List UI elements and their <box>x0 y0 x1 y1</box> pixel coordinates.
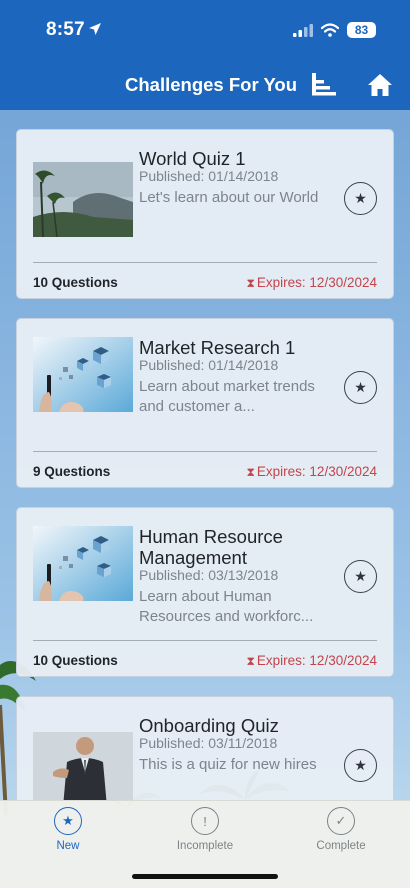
expiration-date: ⧗ Expires: 12/30/2024 <box>246 275 377 290</box>
challenge-description: Learn about market trends and customer a… <box>139 378 315 415</box>
challenge-card-onboarding-quiz[interactable]: Onboarding Quiz Published: 03/11/2018 Th… <box>16 696 394 800</box>
challenge-thumbnail <box>33 526 133 601</box>
star-icon: ★ <box>354 379 367 395</box>
favorite-button[interactable]: ★ <box>344 371 377 404</box>
leaderboard-icon[interactable] <box>308 71 336 99</box>
status-indicators: 83 <box>293 22 376 38</box>
hourglass-icon: ⧗ <box>246 276 255 290</box>
navigation-header: Challenges For You <box>0 62 410 110</box>
question-count: 10 Questions <box>33 275 118 290</box>
favorite-button[interactable]: ★ <box>344 560 377 593</box>
card-divider <box>33 451 377 452</box>
challenge-title: Market Research 1 <box>139 337 296 358</box>
question-count: 9 Questions <box>33 464 111 479</box>
challenge-description: Let's learn about our World <box>139 189 319 206</box>
challenge-title: Human Resource Management <box>139 526 283 568</box>
page-title: Challenges For You <box>125 74 298 95</box>
exclamation-icon: ! <box>191 807 219 835</box>
challenge-card-market-research[interactable]: Market Research 1 Published: 01/14/2018 … <box>16 318 394 488</box>
tab-label: Incomplete <box>176 840 234 852</box>
challenge-card-world-quiz[interactable]: World Quiz 1 Published: 01/14/2018 Let's… <box>16 129 394 299</box>
challenge-description: Learn about Human Resources and workforc… <box>139 588 314 625</box>
challenge-thumbnail <box>33 162 133 237</box>
star-icon: ★ <box>354 568 367 584</box>
challenge-published-date: Published: 03/11/2018 <box>139 735 278 751</box>
challenge-title: World Quiz 1 <box>139 148 246 169</box>
battery-indicator: 83 <box>347 22 376 38</box>
home-indicator <box>132 874 278 879</box>
status-time: 8:57 <box>46 19 85 40</box>
home-icon[interactable] <box>366 71 394 99</box>
challenge-published-date: Published: 03/13/2018 <box>139 567 279 583</box>
star-icon: ★ <box>54 807 82 835</box>
status-bar: 8:57 83 <box>0 0 410 62</box>
wifi-icon <box>321 23 339 37</box>
favorite-button[interactable]: ★ <box>344 749 377 782</box>
card-divider <box>33 262 377 263</box>
location-arrow-icon <box>89 23 101 35</box>
tab-new[interactable]: ★ New <box>13 807 123 852</box>
challenge-title: Onboarding Quiz <box>139 715 279 736</box>
card-divider <box>33 640 377 641</box>
expiration-date: ⧗ Expires: 12/30/2024 <box>246 464 377 479</box>
tab-label: Complete <box>316 840 366 852</box>
expiration-date: ⧗ Expires: 12/30/2024 <box>246 653 377 668</box>
star-icon: ★ <box>354 757 367 773</box>
hourglass-icon: ⧗ <box>246 465 255 479</box>
star-icon: ★ <box>354 190 367 206</box>
tab-complete[interactable]: ✓ Complete <box>286 807 396 852</box>
challenge-thumbnail <box>33 337 133 412</box>
tab-incomplete[interactable]: ! Incomplete <box>150 807 260 852</box>
challenge-list[interactable]: World Quiz 1 Published: 01/14/2018 Let's… <box>0 110 410 800</box>
question-count: 10 Questions <box>33 653 118 668</box>
signal-icon <box>293 23 313 37</box>
challenge-published-date: Published: 01/14/2018 <box>139 357 279 373</box>
hourglass-icon: ⧗ <box>246 654 255 668</box>
favorite-button[interactable]: ★ <box>344 182 377 215</box>
tab-label: New <box>56 840 80 852</box>
challenge-thumbnail <box>33 732 133 800</box>
checkmark-icon: ✓ <box>327 807 355 835</box>
challenge-card-human-resource-management[interactable]: Human Resource Management Published: 03/… <box>16 507 394 677</box>
challenge-published-date: Published: 01/14/2018 <box>139 168 279 184</box>
challenge-description: This is a quiz for new hires <box>139 756 317 773</box>
